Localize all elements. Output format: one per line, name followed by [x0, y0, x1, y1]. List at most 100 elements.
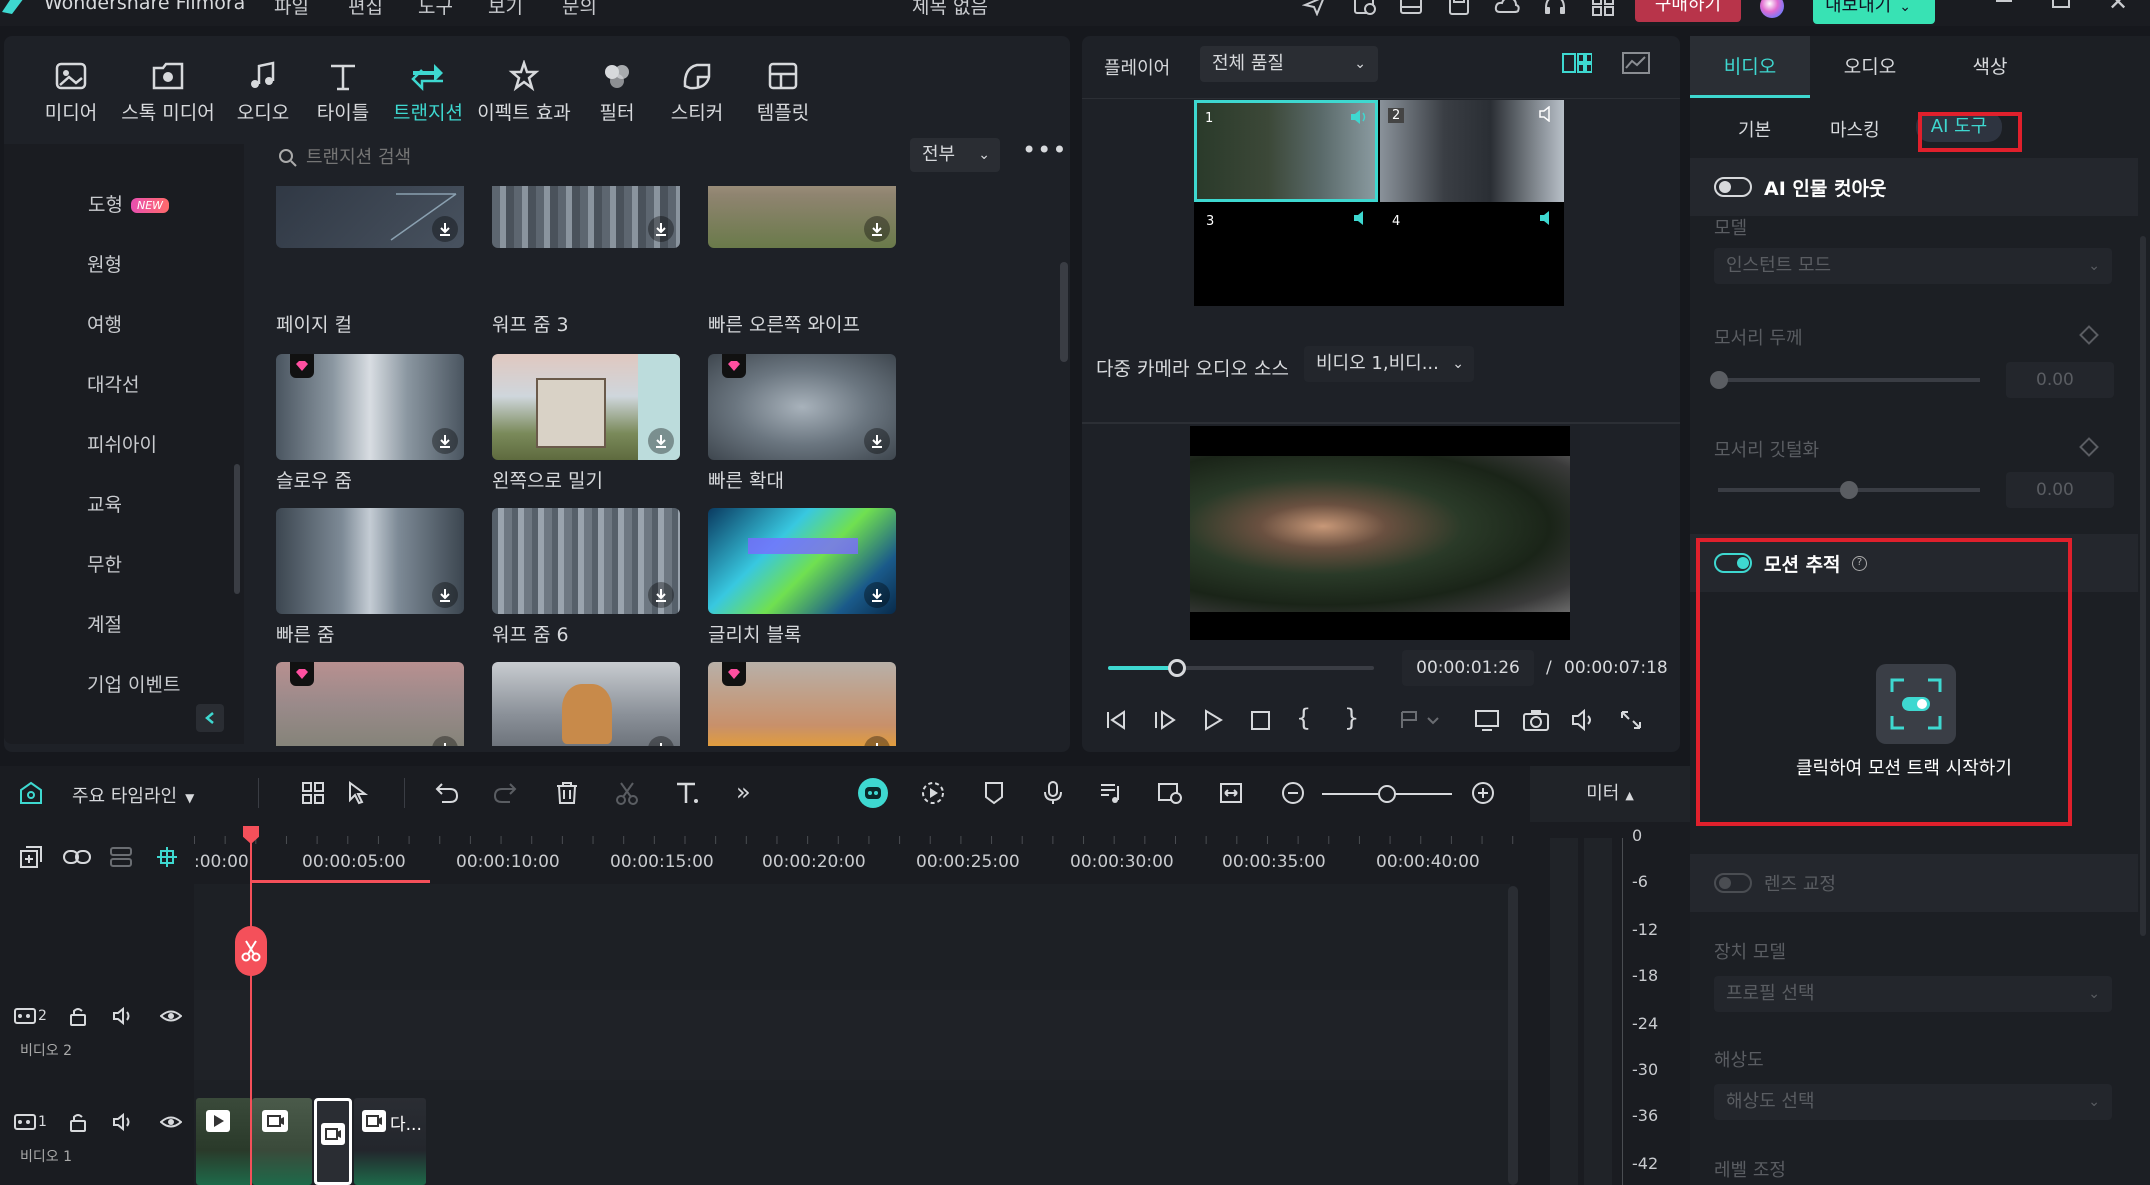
avatar[interactable] — [1760, 0, 1784, 18]
close-icon[interactable]: ✕ — [2108, 0, 2128, 16]
download-icon[interactable] — [432, 428, 458, 454]
sidebar-scrollbar[interactable] — [234, 464, 240, 594]
category-item-business-event[interactable]: 기업 이벤트 — [87, 670, 180, 697]
microphone-icon[interactable] — [1040, 780, 1066, 806]
delete-icon[interactable] — [554, 780, 580, 806]
zoom-out-icon[interactable] — [1280, 780, 1306, 806]
download-icon[interactable] — [648, 582, 674, 608]
clip-multicam-4[interactable]: 다... — [354, 1098, 426, 1185]
transition-thumb[interactable] — [492, 662, 680, 746]
category-item-education[interactable]: 교육 — [87, 490, 122, 517]
select-tool-icon[interactable] — [346, 780, 374, 806]
resolution-dropdown[interactable]: 해상도 선택 ⌄ — [1714, 1084, 2112, 1120]
download-icon[interactable] — [864, 216, 890, 242]
camera-3[interactable]: 3 — [1194, 204, 1378, 306]
transition-thumb[interactable] — [492, 354, 680, 460]
category-item-circle[interactable]: 원형 — [87, 250, 122, 277]
restore-icon[interactable] — [2052, 0, 2070, 8]
speaker-icon[interactable] — [1352, 210, 1372, 226]
send-icon[interactable] — [1302, 0, 1328, 16]
save-icon[interactable] — [1446, 0, 1472, 16]
device-model-dropdown[interactable]: 프로필 선택 ⌄ — [1714, 976, 2112, 1012]
speaker-icon[interactable] — [1538, 210, 1558, 226]
download-icon[interactable] — [648, 216, 674, 242]
ai-assistant-icon[interactable] — [858, 778, 888, 808]
auto-reframe-icon[interactable] — [1156, 780, 1184, 806]
download-icon[interactable] — [864, 582, 890, 608]
tab-color[interactable]: 색상 — [1930, 36, 2050, 98]
timeline-name-dropdown[interactable]: 주요 타임라인 ▼ — [72, 782, 194, 808]
edge-thickness-slider[interactable] — [1710, 371, 1980, 389]
transition-thumb[interactable] — [276, 662, 464, 746]
clip-multicam-1[interactable] — [196, 1098, 252, 1185]
grid-layout-icon[interactable] — [300, 780, 326, 806]
fullscreen-icon[interactable] — [1618, 708, 1644, 732]
marker-icon[interactable] — [982, 780, 1006, 806]
audio-mix-icon[interactable] — [1098, 780, 1124, 806]
eye-icon[interactable] — [160, 1112, 182, 1132]
zoom-in-icon[interactable] — [1470, 780, 1496, 806]
apps-grid-icon[interactable] — [1590, 0, 1616, 16]
lens-correction-toggle[interactable] — [1714, 873, 1752, 893]
tab-audio[interactable]: 오디오 — [1810, 36, 1930, 98]
edge-feather-slider[interactable] — [1718, 481, 1980, 499]
lock-icon[interactable] — [68, 1112, 88, 1132]
play-icon[interactable] — [1200, 708, 1226, 732]
zoom-slider[interactable] — [1322, 785, 1452, 803]
minimize-icon[interactable] — [1996, 0, 2012, 2]
redo-icon[interactable] — [492, 780, 518, 806]
link-icon[interactable] — [62, 844, 92, 870]
stop-icon[interactable] — [1248, 708, 1274, 732]
transition-thumb[interactable] — [492, 508, 680, 614]
speaker-icon[interactable] — [1538, 106, 1558, 122]
tab-stock-media[interactable]: 스톡 미디어 — [116, 58, 220, 125]
subtab-basic[interactable]: 기본 — [1738, 116, 1771, 142]
download-icon[interactable] — [648, 736, 674, 746]
render-preview-icon[interactable] — [920, 780, 946, 806]
tab-effects[interactable]: 이펙트 효과 — [474, 58, 574, 125]
tab-stickers[interactable]: 스티커 — [664, 58, 730, 125]
download-icon[interactable] — [432, 736, 458, 746]
snapshot-camera-icon[interactable] — [1522, 708, 1550, 732]
clip-multicam-2[interactable] — [252, 1098, 312, 1185]
cloud-icon[interactable] — [1494, 0, 1520, 16]
speaker-icon[interactable] — [112, 1006, 134, 1026]
mark-in-icon[interactable]: { — [1296, 704, 1311, 732]
download-icon[interactable] — [864, 736, 890, 746]
edge-feather-input[interactable]: 0.00 — [2006, 472, 2114, 508]
transition-thumb[interactable] — [276, 508, 464, 614]
category-item-travel[interactable]: 여행 — [87, 310, 122, 337]
tab-video[interactable]: 비디오 — [1690, 36, 1810, 98]
fit-timeline-icon[interactable] — [1218, 780, 1244, 806]
tab-audio[interactable]: 오디오 — [228, 58, 298, 125]
more-options-icon[interactable]: ••• — [1022, 136, 1067, 164]
export-button[interactable]: 내보내기 ⌄ — [1813, 0, 1935, 24]
transition-thumb[interactable] — [708, 662, 896, 746]
volume-icon[interactable] — [1570, 708, 1598, 732]
menu-tools[interactable]: 도구 — [418, 0, 453, 19]
quality-dropdown[interactable]: 전체 품질 ⌄ — [1200, 46, 1378, 82]
transition-thumb[interactable] — [276, 186, 464, 248]
next-frame-icon[interactable] — [1152, 708, 1178, 732]
camera-4[interactable]: 4 — [1380, 204, 1564, 306]
slider-handle[interactable] — [1378, 785, 1396, 803]
category-item-infinite[interactable]: 무한 — [87, 550, 122, 577]
subtab-masking[interactable]: 마스킹 — [1830, 116, 1880, 142]
insert-marker-icon[interactable] — [1398, 708, 1442, 732]
work-area-bar[interactable] — [250, 880, 430, 883]
playback-progress-handle[interactable] — [1168, 659, 1187, 677]
playhead-line[interactable] — [250, 836, 252, 1185]
split-playhead-button[interactable] — [235, 926, 267, 976]
group-icon[interactable] — [108, 844, 134, 870]
multicam-audio-dropdown[interactable]: 비디오 1,비디... ⌄ — [1304, 346, 1474, 382]
lock-icon[interactable] — [68, 1006, 88, 1026]
undo-icon[interactable] — [434, 780, 460, 806]
category-item-diagonal[interactable]: 대각선 — [87, 370, 139, 397]
menu-help[interactable]: 문의 — [562, 0, 597, 19]
buy-button[interactable]: 구매하기 — [1635, 0, 1741, 22]
meter-toggle[interactable]: 미터 ▲ — [1530, 766, 1690, 822]
slider-handle[interactable] — [1710, 371, 1728, 389]
keyframe-diamond-icon[interactable] — [2079, 437, 2099, 457]
add-track-icon[interactable] — [18, 844, 44, 870]
clock-icon[interactable] — [1352, 0, 1378, 16]
